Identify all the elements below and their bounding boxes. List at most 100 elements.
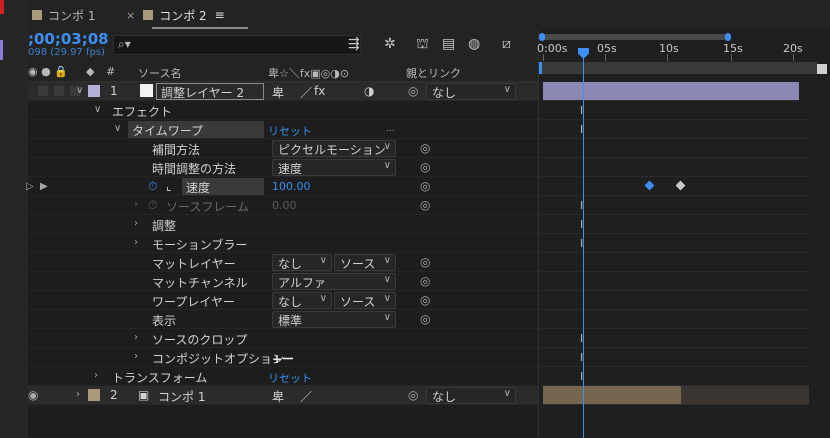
layer-row-2[interactable]: ◉ › 2 ▣ コンポ 1 卑 ／ ◎ なし ∨ xyxy=(28,386,538,405)
speed-label: 速度 xyxy=(186,181,211,195)
pick-whip-icon[interactable]: ◎ xyxy=(420,255,430,269)
column-source-name[interactable]: ソース名 xyxy=(138,65,181,81)
options-dots[interactable]: ... xyxy=(386,124,395,134)
collapse-chevron-icon[interactable]: › xyxy=(76,389,80,400)
transform-row[interactable]: › トランスフォーム リセット xyxy=(28,367,538,386)
next-keyframe-icon[interactable]: ▶ xyxy=(40,181,48,192)
graph-icon[interactable]: ⌞ xyxy=(166,179,172,193)
pick-whip-icon[interactable]: ◎ xyxy=(420,274,430,288)
layer-search-input[interactable]: ⌕▾ xyxy=(113,35,361,55)
navigator-end-handle[interactable] xyxy=(725,33,731,41)
source-crop-row[interactable]: › ソースのクロップ xyxy=(28,329,538,348)
navigator-start-handle[interactable] xyxy=(539,33,545,41)
expand-chevron-icon[interactable]: ∨ xyxy=(114,123,121,134)
pick-whip-icon[interactable]: ◎ xyxy=(420,293,430,307)
matte-channel-row[interactable]: マットチャンネル アルファ ∨ ◎ xyxy=(28,272,538,291)
layer-name[interactable]: 調整レイヤー 2 xyxy=(156,83,264,100)
parent-dropdown[interactable]: なし ∨ xyxy=(426,387,516,404)
current-timecode[interactable]: ;00;03;08 xyxy=(28,30,109,48)
tab-comp-1[interactable]: コンポ 1 xyxy=(32,4,95,26)
adjustment-switch-icon[interactable]: ◑ xyxy=(364,84,374,98)
pick-whip-icon[interactable]: ◎ xyxy=(408,388,418,402)
matte-channel-dropdown[interactable]: アルファ ∨ xyxy=(272,273,396,290)
expand-chevron-icon[interactable]: ∨ xyxy=(76,85,83,96)
layer-name[interactable]: コンポ 1 xyxy=(158,388,205,405)
composite-add-button[interactable]: +ー xyxy=(272,350,294,367)
warp-layer-row[interactable]: ワープレイヤー なし ∨ ソース ∨ ◎ xyxy=(28,291,538,310)
timeline-row xyxy=(541,272,809,291)
menu-icon[interactable]: ≡ xyxy=(215,8,225,22)
warp-layer-dropdown[interactable]: なし ∨ xyxy=(272,292,332,309)
pick-whip-icon[interactable]: ◎ xyxy=(420,198,430,212)
timewarp-label: タイムワープ xyxy=(132,124,204,138)
timeline-panel[interactable]: 0:00s 05s 10s 15s 20s I I I I I I I I xyxy=(537,30,830,438)
adjust-method-dropdown[interactable]: 速度 ∨ xyxy=(272,159,396,176)
panel-edge-indicator xyxy=(0,40,3,60)
stopwatch-icon[interactable]: ⏱ xyxy=(148,179,157,194)
stopwatch-icon: ⏱ xyxy=(148,198,158,212)
time-navigator-bar[interactable] xyxy=(541,34,727,40)
interpolation-row[interactable]: 補間方法 ピクセルモーション ∨ ◎ xyxy=(28,139,538,158)
video-eye-icon[interactable]: ◉ xyxy=(28,388,38,402)
expand-chevron-icon[interactable]: › xyxy=(134,218,138,229)
speed-value[interactable]: 100.00 xyxy=(272,180,311,193)
timeline-row xyxy=(541,310,809,329)
expand-chevron-icon[interactable]: ∨ xyxy=(94,104,101,115)
shy-switch-icon[interactable]: 卑 xyxy=(272,388,284,405)
pick-whip-icon[interactable]: ◎ xyxy=(420,312,430,326)
interpolation-dropdown[interactable]: ピクセルモーション ∨ xyxy=(272,140,396,157)
work-area-end-handle[interactable] xyxy=(817,64,827,74)
matte-layer-row[interactable]: マットレイヤー なし ∨ ソース ∨ ◎ xyxy=(28,253,538,272)
draft-3d-icon[interactable]: ✲ xyxy=(384,36,396,52)
chevron-down-icon: ∨ xyxy=(503,388,511,399)
tuning-row[interactable]: › 調整 xyxy=(28,215,538,234)
layer-row-1[interactable]: ∨ 1 調整レイヤー 2 卑 ／ fx ◑ ◎ なし ∨ xyxy=(28,82,538,101)
quality-switch-icon[interactable]: ／ xyxy=(300,84,312,101)
layer-2-duration-bar[interactable] xyxy=(543,386,681,405)
frame-blending-icon[interactable]: ▤ xyxy=(442,36,455,52)
display-dropdown[interactable]: 標準 ∨ xyxy=(272,311,396,328)
effect-switch-icon[interactable]: fx xyxy=(314,84,325,98)
expand-chevron-icon[interactable]: › xyxy=(94,370,98,381)
adjust-method-row[interactable]: 時間調整の方法 速度 ∨ ◎ xyxy=(28,158,538,177)
reset-link[interactable]: リセット xyxy=(268,123,312,139)
parent-dropdown[interactable]: なし ∨ xyxy=(426,83,516,100)
video-toggle[interactable] xyxy=(38,86,48,96)
matte-layer-source-dropdown[interactable]: ソース ∨ xyxy=(334,254,396,271)
layer-1-duration-bar[interactable] xyxy=(543,82,799,101)
column-parent-link[interactable]: 親とリンク xyxy=(406,65,461,81)
shy-switch-icon[interactable]: 卑 xyxy=(272,84,284,101)
matte-channel-value: アルファ xyxy=(278,276,326,290)
expand-chevron-icon[interactable]: › xyxy=(134,351,138,362)
composition-mini-flowchart-icon[interactable]: ⇶ xyxy=(348,36,360,52)
effects-group-row[interactable]: ∨ エフェクト xyxy=(28,101,538,120)
expand-chevron-icon[interactable]: › xyxy=(134,332,138,343)
label-color-swatch[interactable] xyxy=(88,389,100,401)
label-color-swatch[interactable] xyxy=(88,85,100,97)
work-area-start-handle[interactable] xyxy=(539,62,542,74)
quality-switch-icon[interactable]: ／ xyxy=(300,388,312,405)
tab-comp-2[interactable]: × コンポ 2 ≡ xyxy=(126,4,225,26)
playhead-handle[interactable] xyxy=(578,48,589,59)
prev-keyframe-icon[interactable]: ▷ xyxy=(26,181,34,192)
pick-whip-icon[interactable]: ◎ xyxy=(420,179,430,193)
display-row[interactable]: 表示 標準 ∨ ◎ xyxy=(28,310,538,329)
matte-layer-dropdown[interactable]: なし ∨ xyxy=(272,254,332,271)
timewarp-effect-row[interactable]: ∨ タイムワープ リセット ... xyxy=(28,120,538,139)
graph-editor-icon[interactable]: ⧄ xyxy=(502,36,511,52)
motion-blur-row[interactable]: › モーションブラー xyxy=(28,234,538,253)
motion-blur-icon[interactable]: ◍ xyxy=(468,36,480,52)
composite-options-row[interactable]: › コンポジットオプション +ー xyxy=(28,348,538,367)
transform-reset-link[interactable]: リセット xyxy=(268,370,312,386)
warp-layer-source-dropdown[interactable]: ソース ∨ xyxy=(334,292,396,309)
solo-toggle[interactable] xyxy=(54,86,64,96)
label-icon[interactable]: ◆ xyxy=(86,65,94,78)
source-frame-row[interactable]: › ⏱ ソースフレーム 0.00 ◎ xyxy=(28,196,538,215)
expand-chevron-icon[interactable]: › xyxy=(134,237,138,248)
pick-whip-icon[interactable]: ◎ xyxy=(420,160,430,174)
pick-whip-icon[interactable]: ◎ xyxy=(408,84,418,98)
speed-row[interactable]: ▷ ▶ ⏱ ⌞ 速度 100.00 ◎ xyxy=(26,177,538,196)
close-icon[interactable]: × xyxy=(126,9,135,22)
pick-whip-icon[interactable]: ◎ xyxy=(420,141,430,155)
shy-layers-icon[interactable]: ⛫ xyxy=(416,36,429,54)
